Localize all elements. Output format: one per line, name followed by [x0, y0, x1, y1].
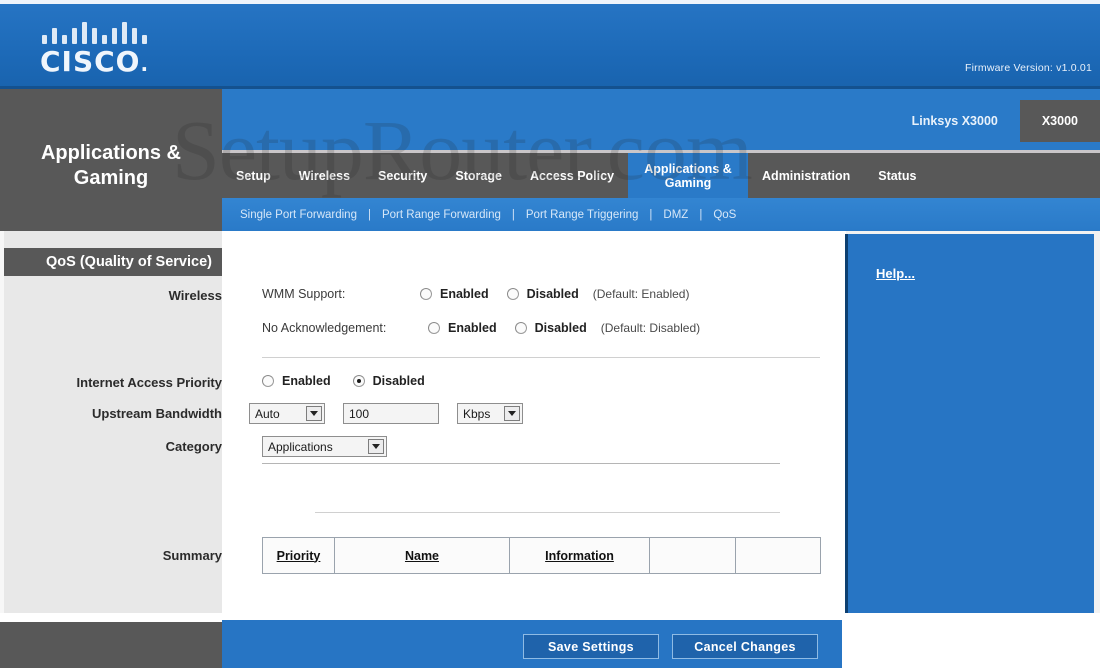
iap-enabled-radio[interactable]	[262, 375, 274, 387]
page-title: Applications & Gaming	[0, 89, 222, 237]
subnav-item-qos[interactable]: QoS	[713, 209, 736, 221]
nav-item-storage[interactable]: Storage	[441, 153, 516, 198]
cisco-bars-icon	[42, 22, 160, 44]
col-information[interactable]: Information	[509, 537, 650, 574]
wmm-enabled-label[interactable]: Enabled	[440, 287, 489, 301]
chevron-down-icon[interactable]	[504, 406, 520, 421]
row-category: Applications	[262, 436, 387, 457]
row-upstream-bandwidth: Auto Kbps	[249, 403, 523, 424]
nav-item-setup[interactable]: Setup	[222, 153, 285, 198]
upstream-unit-select[interactable]: Kbps	[457, 403, 523, 424]
no-ack-disabled-radio[interactable]	[514, 322, 527, 334]
upstream-mode-select[interactable]: Auto	[249, 403, 325, 424]
upstream-unit-value: Kbps	[463, 406, 491, 421]
sub-nav: Single Port Forwarding | Port Range Forw…	[222, 198, 1100, 231]
cisco-wordmark-text: CISCO	[40, 45, 141, 78]
chevron-down-icon[interactable]	[306, 406, 322, 421]
page-title-line1: Applications &	[40, 142, 181, 164]
brand-header: CISCO. Firmware Version: v1.0.01	[0, 0, 1100, 88]
wmm-default-note: (Default: Enabled)	[592, 287, 690, 301]
wmm-disabled-label[interactable]: Disabled	[527, 287, 579, 301]
cancel-button[interactable]: Cancel Changes	[672, 634, 818, 659]
subnav-item-port-range-forwarding[interactable]: Port Range Forwarding	[382, 209, 501, 221]
nav-item-access-policy[interactable]: Access Policy	[516, 153, 628, 198]
model-tabs: Linksys X3000 X3000	[890, 100, 1100, 142]
wmm-support-label: WMM Support:	[262, 287, 346, 301]
iap-disabled-radio[interactable]	[352, 375, 365, 387]
category-select[interactable]: Applications	[262, 436, 387, 457]
divider-category	[262, 463, 780, 464]
label-category: Category	[165, 439, 222, 454]
row-no-acknowledgement: No Acknowledgement: Enabled Disabled (De…	[262, 321, 700, 335]
divider-rules	[315, 512, 780, 513]
model-tab-linksys-x3000[interactable]: Linksys X3000	[890, 100, 1020, 142]
label-internet-access-priority: Internet Access Priority	[76, 375, 222, 390]
row-wmm-support: WMM Support: Enabled Disabled (Default: …	[262, 287, 689, 301]
subnav-item-dmz[interactable]: DMZ	[663, 209, 688, 221]
divider-wireless	[262, 357, 820, 358]
section-header-qos: QoS (Quality of Service)	[4, 248, 222, 276]
label-wireless: Wireless	[168, 288, 222, 303]
cisco-logo: CISCO.	[36, 22, 176, 80]
router-admin-page: CISCO. Firmware Version: v1.0.01 Applica…	[0, 0, 1100, 672]
nav-item-wireless[interactable]: Wireless	[285, 153, 364, 198]
chevron-down-icon[interactable]	[368, 439, 384, 454]
firmware-version: Firmware Version: v1.0.01	[965, 62, 1092, 74]
no-ack-enabled-label[interactable]: Enabled	[448, 321, 497, 335]
col-priority[interactable]: Priority	[262, 537, 335, 574]
subnav-item-port-range-triggering[interactable]: Port Range Triggering	[526, 209, 639, 221]
col-information-label: Information	[545, 548, 614, 563]
upstream-mode-value: Auto	[255, 406, 280, 421]
cisco-wordmark: CISCO.	[40, 47, 176, 79]
row-internet-access-priority: Enabled Disabled	[262, 374, 425, 388]
model-tab-x3000[interactable]: X3000	[1019, 100, 1100, 142]
subnav-item-single-port-forwarding[interactable]: Single Port Forwarding	[240, 209, 357, 221]
help-link[interactable]: Help...	[876, 266, 915, 281]
help-panel: Help...	[845, 234, 1094, 672]
summary-table: Priority Name Information	[262, 537, 821, 574]
top-edge	[0, 0, 1100, 4]
iap-enabled-label[interactable]: Enabled	[282, 374, 331, 388]
nav-item-administration[interactable]: Administration	[748, 153, 864, 198]
upstream-rate-input[interactable]	[343, 403, 439, 424]
wmm-disabled-radio[interactable]	[506, 288, 519, 300]
no-ack-label: No Acknowledgement:	[262, 321, 387, 335]
category-value: Applications	[268, 439, 333, 454]
no-ack-default-note: (Default: Disabled)	[600, 321, 701, 335]
footer-left-block	[0, 622, 222, 668]
col-name-label: Name	[404, 548, 440, 563]
cisco-wordmark-dot: .	[140, 52, 150, 76]
col-blank-1	[649, 537, 736, 574]
nav-item-security[interactable]: Security	[364, 153, 441, 198]
label-upstream-bandwidth: Upstream Bandwidth	[91, 406, 222, 421]
table-header-row: Priority Name Information	[262, 537, 821, 574]
label-summary: Summary	[162, 548, 222, 563]
left-column-edge	[0, 231, 4, 613]
main-nav: Setup Wireless Security Storage Access P…	[222, 153, 1100, 198]
nav-item-applications-and-gaming[interactable]: Applications & Gaming	[628, 153, 749, 198]
iap-disabled-label[interactable]: Disabled	[373, 374, 425, 388]
col-name[interactable]: Name	[334, 537, 510, 574]
subnav-separator: |	[649, 208, 653, 221]
nav-item-status[interactable]: Status	[864, 153, 930, 198]
no-ack-disabled-label[interactable]: Disabled	[535, 321, 587, 335]
col-priority-label: Priority	[276, 548, 321, 563]
no-ack-enabled-radio[interactable]	[428, 322, 440, 334]
col-blank-2	[735, 537, 821, 574]
save-button[interactable]: Save Settings	[523, 634, 659, 659]
subnav-separator: |	[699, 208, 703, 221]
subnav-separator: |	[511, 208, 515, 221]
subnav-separator: |	[367, 208, 371, 221]
wmm-enabled-radio[interactable]	[420, 288, 432, 300]
page-title-line2: Gaming	[73, 167, 149, 189]
